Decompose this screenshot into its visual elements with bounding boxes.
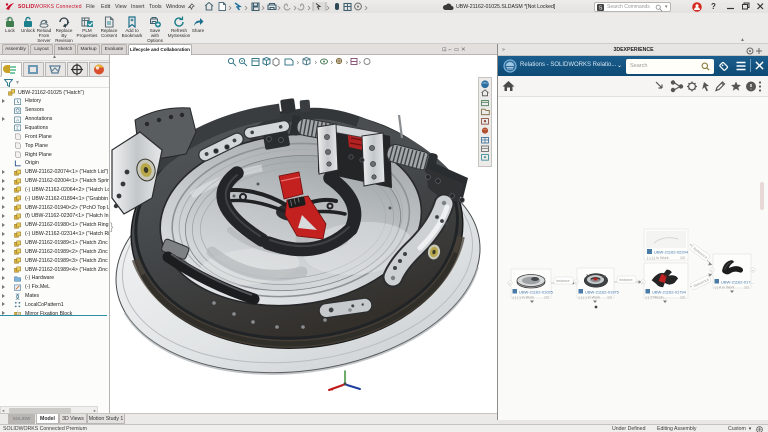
svg-text:(-) A In Work: (-) A In Work	[715, 286, 735, 290]
svg-text:A: A	[16, 117, 20, 123]
svg-text:Instance: Instance	[619, 278, 633, 282]
svg-text:(-) 2"Missin...: (-) 2"Missin...	[646, 296, 667, 300]
svg-text:UBW-21162-01975: UBW-21162-01975	[585, 290, 620, 295]
svg-text:(-) (-) In Work: (-) (-) In Work	[579, 296, 601, 300]
svg-text:1/2: 1/2	[607, 296, 612, 300]
svg-text:1/2: 1/2	[744, 286, 749, 290]
svg-text:1/2: 1/2	[680, 296, 685, 300]
svg-text:1/2: 1/2	[544, 296, 549, 300]
svg-text:1/2: 1/2	[680, 256, 685, 260]
svg-text:S: S	[599, 6, 603, 11]
svg-text:UBW-21162-02294: UBW-21162-02294	[654, 250, 689, 255]
svg-text:UBW-21162-01025: UBW-21162-01025	[519, 290, 554, 295]
svg-text:UBW-21162-01794: UBW-21162-01794	[652, 290, 687, 295]
svg-text:Σ: Σ	[16, 126, 19, 132]
svg-text:Instance: Instance	[556, 279, 570, 283]
svg-text:(-) (-) In Work: (-) (-) In Work	[647, 256, 669, 260]
svg-text:(-) (-) In Work: (-) (-) In Work	[513, 296, 535, 300]
svg-text:UBW-21162-017...: UBW-21162-017...	[721, 280, 754, 285]
